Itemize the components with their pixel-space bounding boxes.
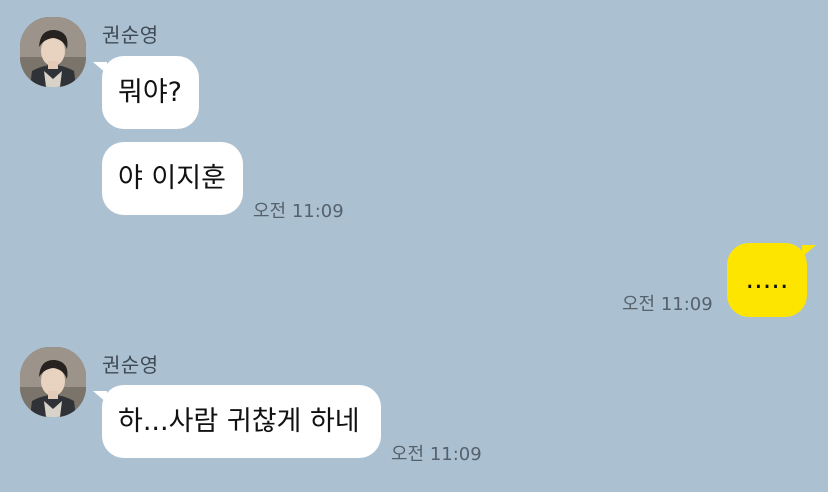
avatar-photo-icon — [20, 347, 86, 417]
message-bubble[interactable]: ..... — [727, 243, 816, 317]
message-bubble[interactable]: 야 이지훈 — [102, 142, 243, 215]
message-bubble[interactable]: 뭐야? — [93, 56, 199, 129]
message-timestamp: 오전 11:09 — [622, 294, 713, 315]
sender-name: 권순영 — [102, 23, 159, 47]
message-bubble[interactable]: 하...사람 귀찮게 하네 — [93, 385, 381, 458]
sender-name: 권순영 — [102, 353, 159, 377]
sender-avatar[interactable] — [20, 17, 86, 87]
message-text: ..... — [745, 264, 789, 295]
chat-area: 권순영 뭐야? 야 이지훈 오전 11:09 오전 11:09 ..... 권순… — [0, 0, 828, 492]
message-timestamp: 오전 11:09 — [253, 201, 344, 222]
sender-avatar[interactable] — [20, 347, 86, 417]
message-text: 하...사람 귀찮게 하네 — [118, 405, 360, 437]
avatar-photo-icon — [20, 17, 86, 87]
message-text: 뭐야? — [118, 76, 183, 108]
message-timestamp: 오전 11:09 — [391, 444, 482, 465]
message-text: 야 이지훈 — [118, 162, 226, 194]
